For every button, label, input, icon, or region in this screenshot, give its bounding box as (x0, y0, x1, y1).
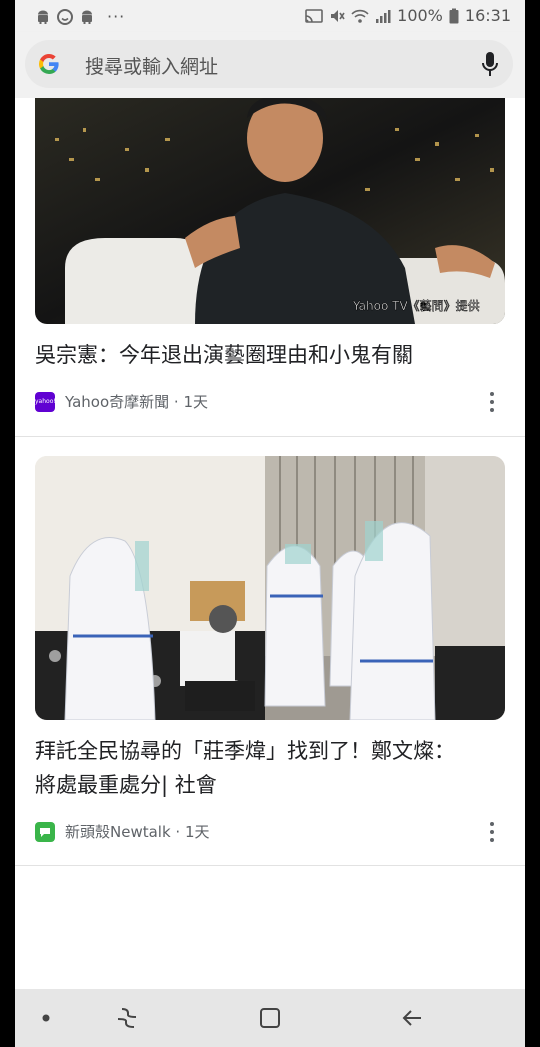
search-input[interactable]: 搜尋或輸入網址 (85, 52, 218, 79)
news-source: yahoo! Yahoo奇摩新聞 · 1天 (35, 391, 208, 412)
more-options-icon[interactable] (489, 392, 495, 412)
dot-icon[interactable] (42, 1014, 50, 1022)
yahoo-logo-icon: yahoo! (35, 391, 56, 412)
clock: 16:31 (464, 6, 511, 25)
news-photo-talkshow: Yahoo TV《藝問》提供 (35, 98, 505, 324)
smile-icon (57, 8, 73, 25)
signal-icon (376, 9, 391, 23)
back-icon[interactable] (401, 1007, 423, 1029)
news-headline[interactable]: 吳宗憲：今年退出演藝圈理由和小鬼有關 (35, 338, 505, 372)
wifi-icon (351, 9, 369, 23)
more-options-icon[interactable] (489, 822, 495, 842)
headline-line-2: 將處最重處分| 社會 (35, 773, 217, 797)
news-photo-hazmat (35, 456, 505, 720)
navigation-bar (15, 989, 525, 1047)
status-overflow: ··· (107, 7, 126, 26)
mute-icon (331, 9, 345, 22)
image-caption: Yahoo TV《藝問》提供 (352, 298, 480, 313)
news-source: 新頭殼Newtalk · 1天 (35, 821, 210, 842)
source-label: Yahoo奇摩新聞 · 1天 (65, 393, 208, 411)
news-card[interactable]: Yahoo TV《藝問》提供 吳宗憲：今年退出演藝圈理由和小鬼有關 yahoo!… (15, 98, 525, 436)
battery-percent: 100% (397, 6, 443, 25)
cast-icon (305, 8, 323, 23)
recent-apps-icon[interactable] (116, 1007, 140, 1029)
android-icon (82, 10, 92, 24)
status-right: 100% 16:31 (305, 6, 511, 25)
status-bar: ··· 100% 16:31 (15, 0, 525, 32)
home-icon[interactable] (259, 1007, 281, 1029)
news-headline[interactable]: 拜託全民協尋的「莊季煒」找到了！鄭文燦： 將處最重處分| 社會 (35, 734, 505, 802)
browser-screen: ··· 100% 16:31 搜尋或輸入網址 Yahoo TV《藝問》提供 吳宗… (15, 0, 525, 1047)
news-card[interactable]: 拜託全民協尋的「莊季煒」找到了！鄭文燦： 將處最重處分| 社會 新頭殼Newta… (15, 437, 525, 865)
card-divider (15, 865, 525, 866)
battery-icon (449, 8, 459, 23)
google-logo-icon (38, 54, 59, 75)
news-image[interactable]: Yahoo TV《藝問》提供 (35, 98, 505, 324)
search-header: 搜尋或輸入網址 (15, 32, 525, 98)
android-icon (38, 10, 48, 24)
search-bar[interactable]: 搜尋或輸入網址 (25, 40, 513, 88)
status-left: ··· (35, 7, 125, 26)
microphone-icon[interactable] (481, 51, 499, 77)
newtalk-logo-icon (35, 821, 55, 842)
news-image[interactable] (35, 456, 505, 720)
headline-line-1: 拜託全民協尋的「莊季煒」找到了！鄭文燦： (35, 739, 455, 763)
source-label: 新頭殼Newtalk · 1天 (65, 823, 210, 841)
